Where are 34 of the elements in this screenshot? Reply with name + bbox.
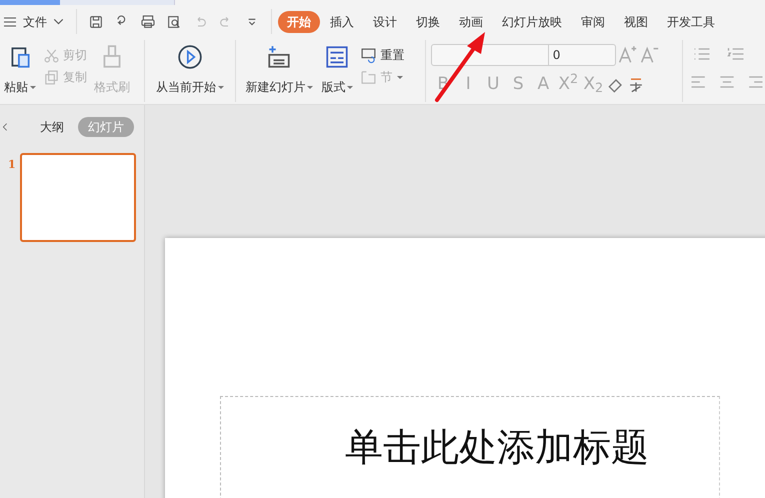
slide-thumbnail[interactable]: [20, 153, 136, 242]
ribbon-tab[interactable]: 设计: [364, 10, 406, 32]
panel-tab[interactable]: 大纲: [30, 117, 74, 137]
ribbon-tab[interactable]: 开发工具: [658, 10, 724, 32]
slide-number: 1: [8, 157, 17, 173]
caret-icon[interactable]: [218, 86, 224, 90]
print-icon[interactable]: [140, 14, 156, 30]
save-icon[interactable]: [88, 14, 104, 30]
ribbon-tab[interactable]: 插入: [321, 10, 363, 32]
file-menu[interactable]: 文件: [20, 10, 70, 32]
play-icon: [176, 44, 203, 70]
copy-icon: [43, 68, 60, 86]
new-slide-icon: [266, 44, 292, 70]
caret-icon[interactable]: [30, 86, 36, 90]
cut-icon: [43, 46, 60, 64]
reset-button[interactable]: 重置: [357, 44, 408, 66]
play-button[interactable]: 从当前开始: [152, 44, 228, 96]
layout-button[interactable]: 版式: [317, 44, 358, 96]
new-slide-button[interactable]: 新建幻灯片: [241, 44, 318, 96]
title-placeholder[interactable]: 单击此处添加标题: [220, 396, 720, 498]
ribbon-tab[interactable]: 视图: [615, 10, 657, 32]
caret-icon[interactable]: [347, 86, 354, 90]
ribbon-tab[interactable]: 动画: [450, 10, 492, 32]
ribbon-tab[interactable]: 切换: [407, 10, 449, 32]
font-name-field[interactable]: [430, 44, 549, 66]
print-preview-icon[interactable]: [166, 14, 182, 30]
caret-icon[interactable]: [307, 86, 314, 90]
section-icon: [360, 68, 378, 86]
ribbon-tab[interactable]: 审阅: [572, 10, 614, 32]
paste-button[interactable]: 粘贴: [0, 44, 40, 96]
slide-title: 单击此处添加标题: [345, 425, 650, 471]
reset-icon: [360, 46, 378, 64]
ribbon-tab[interactable]: 幻灯片放映: [493, 10, 571, 32]
layout-icon: [324, 44, 350, 70]
